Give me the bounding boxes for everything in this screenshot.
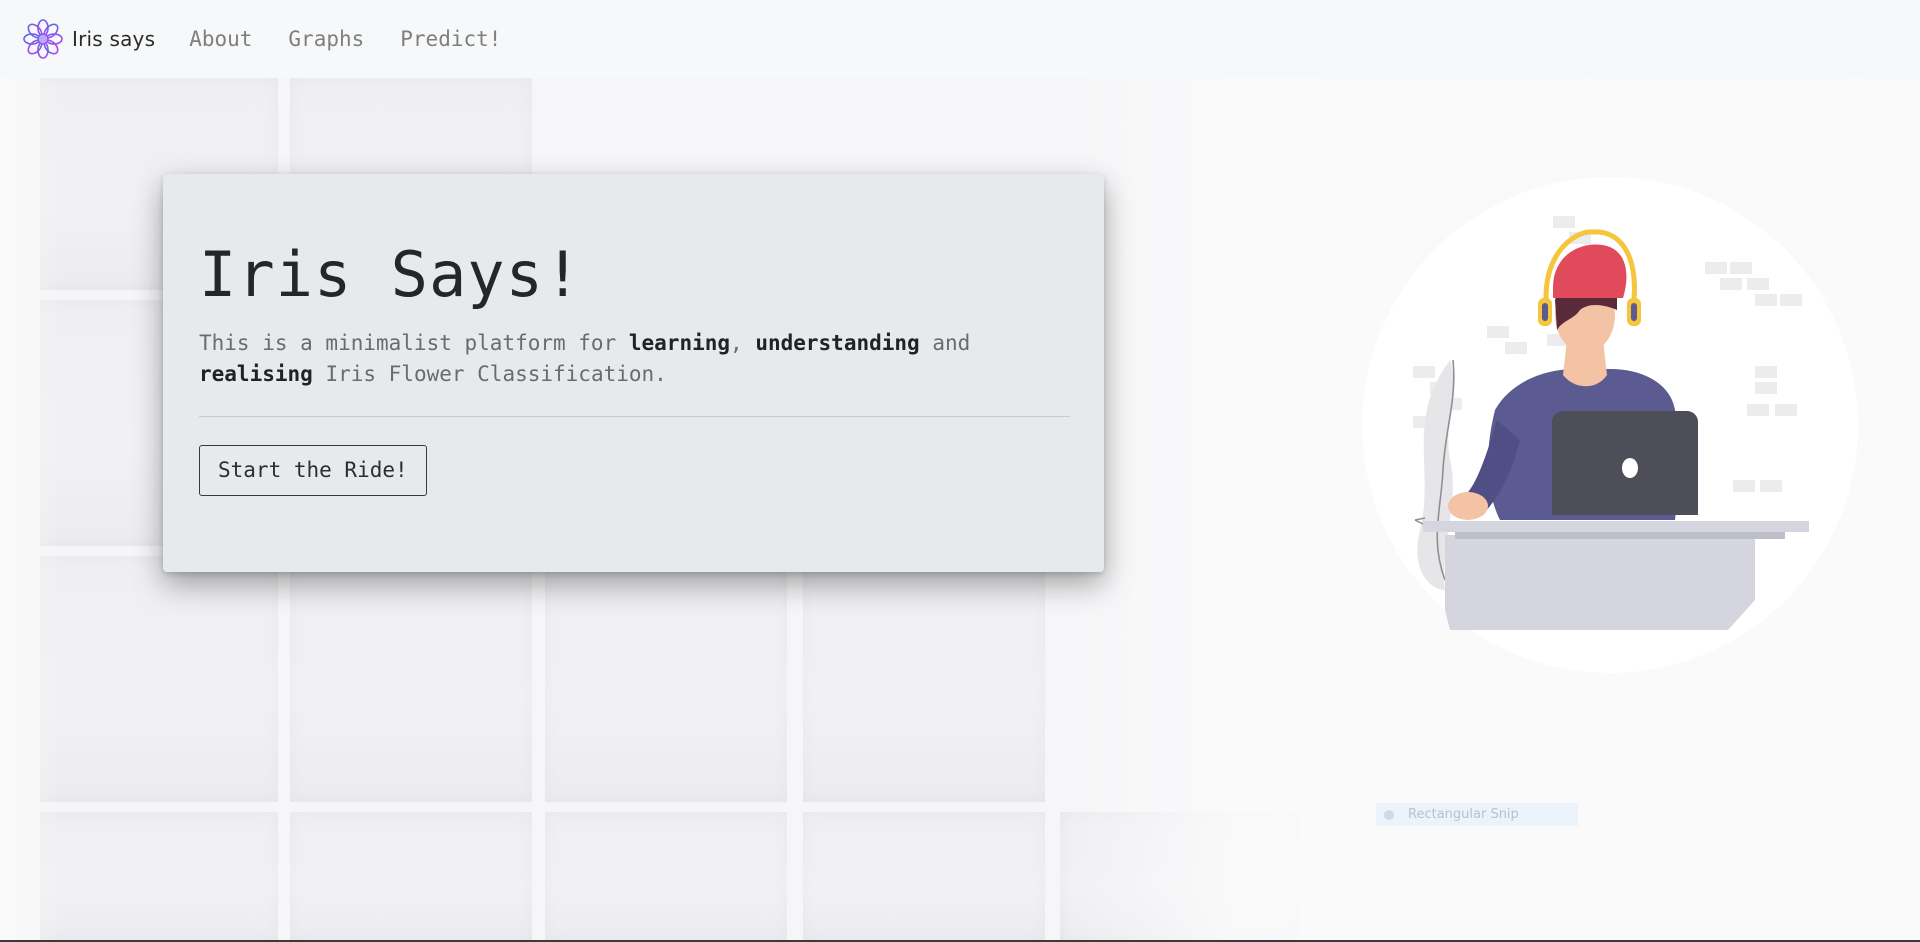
bg-tile <box>545 556 787 802</box>
bg-left-fade <box>0 78 60 942</box>
lead-keyword-realising: realising <box>199 362 313 386</box>
person-laptop-illustration <box>1362 177 1858 673</box>
snip-icon <box>1384 809 1394 820</box>
bg-tile <box>40 812 278 942</box>
snip-label: Rectangular Snip <box>1408 807 1519 822</box>
bg-tile <box>40 556 278 802</box>
laptop-logo <box>1622 458 1638 478</box>
brand-link[interactable]: Iris says <box>22 18 155 60</box>
desk-top <box>1423 521 1809 532</box>
lead-prefix: This is a minimalist platform for <box>199 331 629 355</box>
headphones-right-pad <box>1631 303 1637 321</box>
hero-title: Iris Says! <box>199 238 583 311</box>
bg-tile <box>290 556 532 802</box>
flower-logo-icon <box>23 19 63 59</box>
lead-separator: and <box>919 331 971 355</box>
lead-keyword-learning: learning <box>628 331 731 355</box>
lead-separator: , <box>730 331 756 355</box>
hero-divider <box>199 416 1070 417</box>
nav-links: About Graphs Predict! <box>189 27 537 51</box>
lead-suffix: Iris Flower Classification. <box>312 362 667 386</box>
desk-body <box>1445 535 1755 630</box>
bg-tile <box>803 556 1045 802</box>
hero-card: Iris Says! This is a minimalist platform… <box>163 174 1104 572</box>
bg-tile <box>545 812 787 942</box>
bg-tile <box>803 812 1045 942</box>
nav-link-about[interactable]: About <box>189 27 252 51</box>
start-ride-button[interactable]: Start the Ride! <box>199 445 427 496</box>
headphones-left-pad <box>1542 303 1548 321</box>
desk-edge <box>1455 532 1785 539</box>
nav-link-predict[interactable]: Predict! <box>400 27 501 51</box>
hero-lead: This is a minimalist platform for learni… <box>199 328 1019 390</box>
nav-link-graphs[interactable]: Graphs <box>288 27 364 51</box>
lead-keyword-understanding: understanding <box>755 331 920 355</box>
snip-tooltip: Rectangular Snip <box>1376 803 1578 826</box>
brand-name: Iris says <box>72 27 156 51</box>
person-left-hand <box>1448 492 1488 520</box>
top-navbar: Iris says About Graphs Predict! <box>0 0 1920 78</box>
bg-tile <box>290 812 532 942</box>
